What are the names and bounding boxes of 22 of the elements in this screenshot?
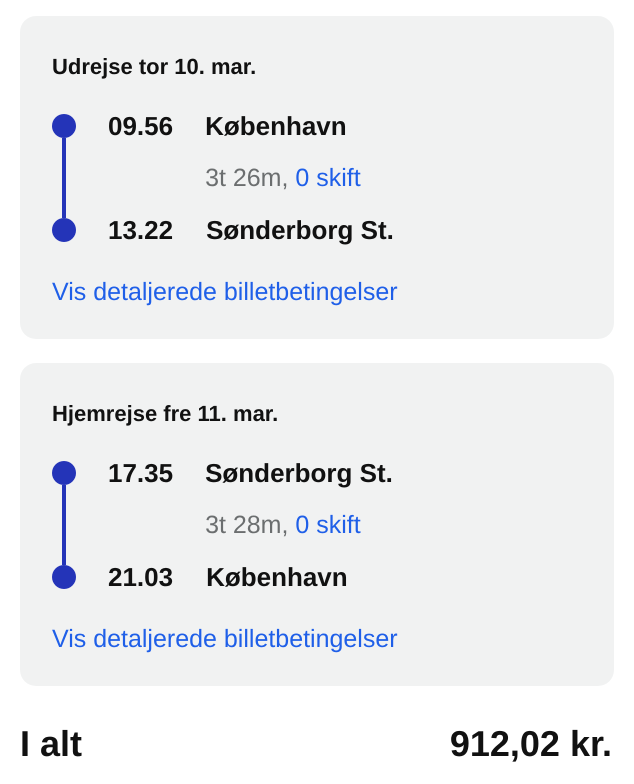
ticket-terms-link[interactable]: Vis detaljerede billetbetingelser [52,277,398,307]
departure-time: 09.56 [108,110,174,142]
ticket-terms-link[interactable]: Vis detaljerede billetbetingelser [52,624,398,654]
changes-link[interactable]: 0 skift [295,164,361,192]
arrival-time: 21.03 [108,561,174,593]
arrival-station: København [206,561,348,593]
total-label: I alt [20,722,82,766]
journey-title: Hjemrejse fre 11. mar. [52,401,280,427]
journey-title: Udrejse tor 10. mar. [52,54,258,80]
arrival-time: 13.22 [108,214,174,246]
stop-dot-icon [52,565,76,589]
stop-dot-icon [52,114,76,138]
departure-time: 17.35 [108,457,174,489]
stop-dot-icon [52,218,76,242]
departure-station: Sønderborg St. [205,457,394,489]
departure-station: København [205,110,348,142]
stop-dot-icon [52,461,76,485]
arrival-station: Sønderborg St. [206,214,394,246]
changes-link[interactable]: 0 skift [295,511,361,539]
duration-text: 3t 26m, 0 skift [205,163,362,194]
total-amount: 912,02 kr. [450,722,612,766]
duration-text: 3t 28m, 0 skift [205,510,362,541]
